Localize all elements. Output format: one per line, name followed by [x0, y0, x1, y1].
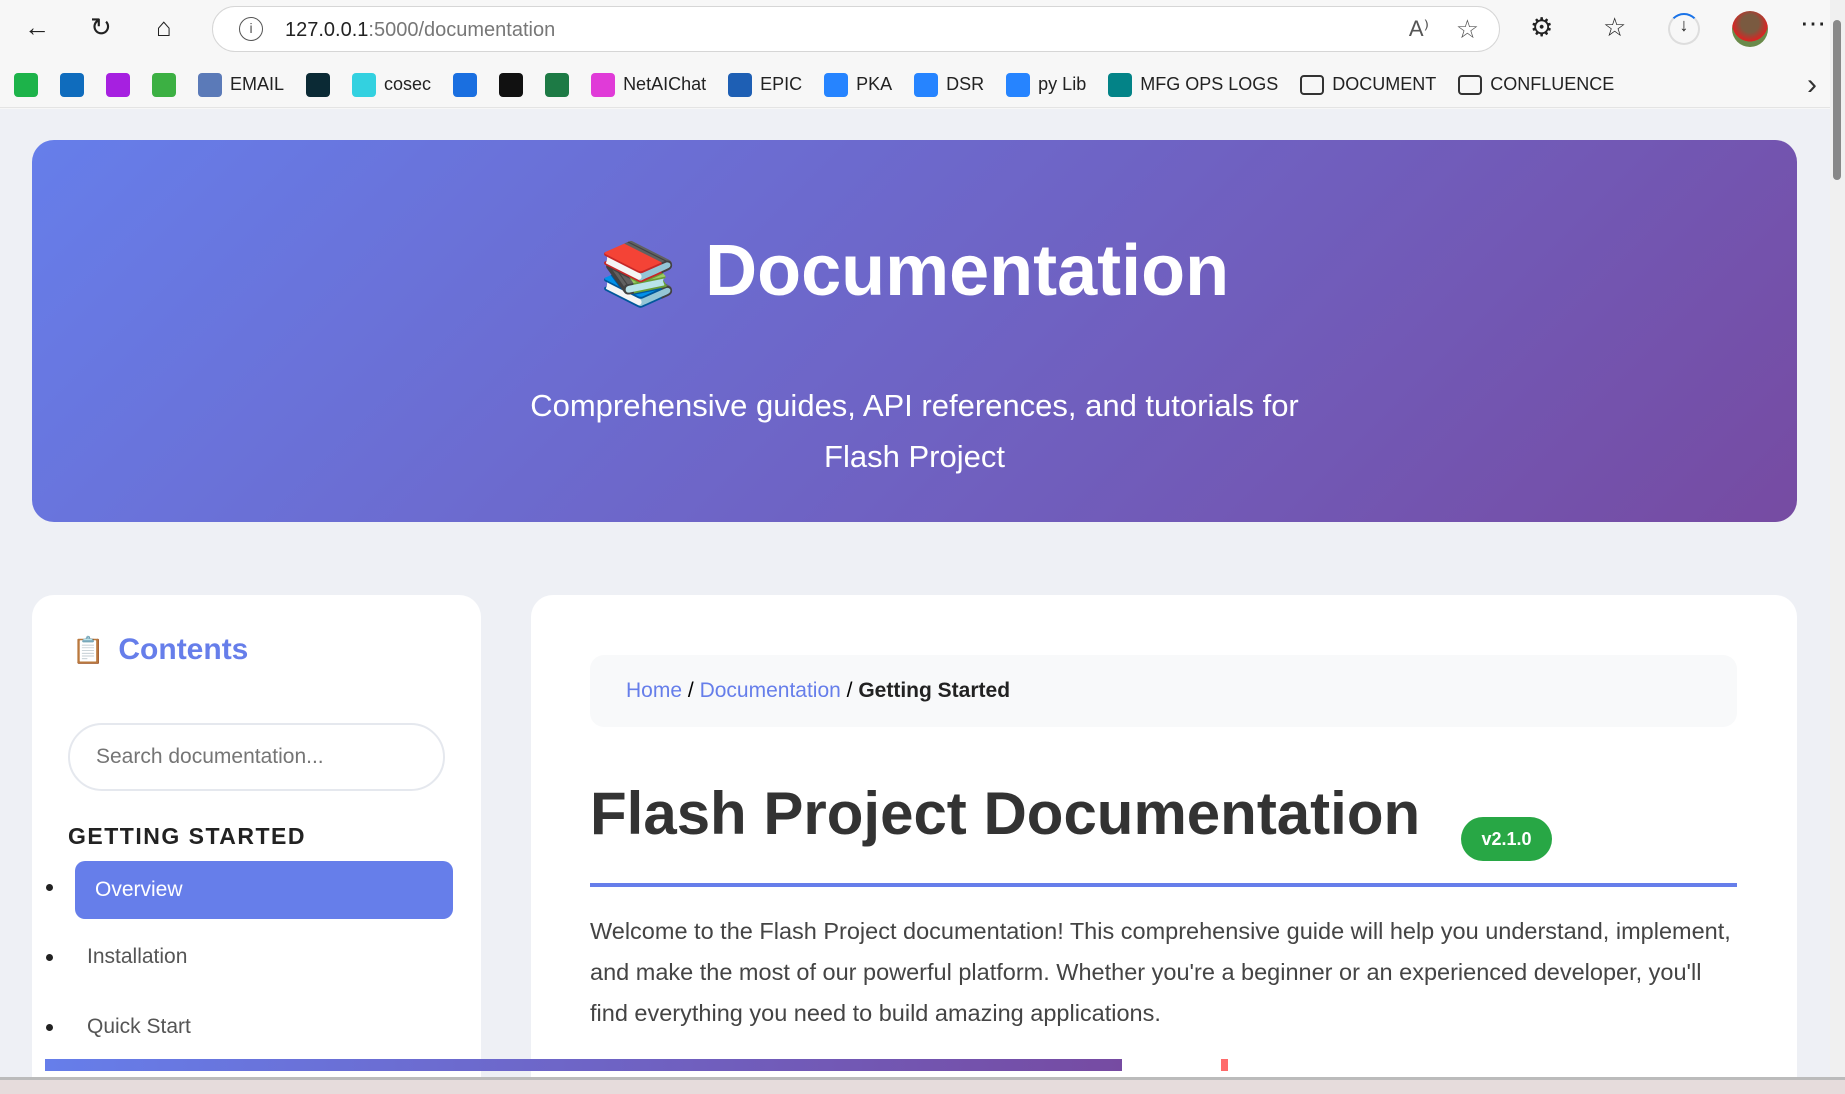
- folder-icon: [1458, 74, 1483, 95]
- breadcrumb-documentation[interactable]: Documentation: [700, 679, 841, 702]
- bookmark-label: EMAIL: [230, 74, 285, 94]
- bookmark-icon: [453, 72, 478, 97]
- bookmark-label: PKA: [856, 74, 893, 94]
- address-bar[interactable]: i 127.0.0.1:5000/documentation A⁾ ☆: [212, 6, 1500, 52]
- bookmark-item[interactable]: [499, 72, 524, 97]
- bookmark-item[interactable]: CONFLUENCE: [1458, 74, 1614, 95]
- bullet: [46, 884, 53, 891]
- books-icon: 📚: [599, 240, 678, 309]
- bookmark-item[interactable]: EPIC: [728, 72, 803, 97]
- bookmark-item[interactable]: [306, 72, 331, 97]
- bookmark-item[interactable]: DSR: [914, 72, 985, 97]
- breadcrumb-separator: /: [846, 679, 853, 702]
- bookmark-label: DOCUMENT: [1332, 74, 1437, 94]
- breadcrumb: Home / Documentation / Getting Started: [590, 655, 1737, 727]
- bookmark-label: CONFLUENCE: [1490, 74, 1615, 94]
- bookmark-icon: [499, 72, 524, 97]
- bookmark-icon: [728, 72, 753, 97]
- section-heading: GETTING STARTED: [68, 823, 307, 849]
- clipboard-icon: 📋: [72, 635, 105, 665]
- bookmark-icon: [14, 72, 38, 97]
- bookmark-item[interactable]: DOCUMENT: [1300, 74, 1436, 95]
- bookmark-label: EPIC: [760, 74, 803, 94]
- bookmark-item[interactable]: PKA: [824, 72, 893, 97]
- bookmark-item[interactable]: MFG OPS LOGS: [1108, 72, 1279, 97]
- folder-icon: [1300, 74, 1325, 95]
- nav-item-quick-start[interactable]: Quick Start: [87, 1015, 191, 1039]
- title-divider: [590, 883, 1737, 887]
- intro-paragraph: Welcome to the Flash Project documentati…: [590, 918, 1731, 1026]
- bookmark-icon: [152, 72, 176, 97]
- favorite-star-icon[interactable]: ☆: [1456, 14, 1479, 45]
- sidebar: 📋Contents GETTING STARTED Overview Insta…: [32, 595, 481, 1077]
- bookmark-label: cosec: [384, 74, 432, 94]
- bookmark-icon: [914, 72, 939, 97]
- bookmark-item[interactable]: [106, 72, 130, 97]
- back-icon[interactable]: ←: [24, 12, 50, 43]
- home-icon[interactable]: ⌂: [156, 12, 172, 43]
- bookmark-icon: [1108, 72, 1133, 97]
- breadcrumb-current: Getting Started: [858, 679, 1011, 702]
- breadcrumb-separator: /: [687, 679, 694, 702]
- info-icon[interactable]: i: [239, 17, 263, 41]
- bookmark-item[interactable]: py Lib: [1006, 72, 1087, 97]
- url-text[interactable]: 127.0.0.1:5000/documentation: [285, 19, 555, 42]
- sidebar-title: 📋 Contents: [72, 633, 249, 666]
- read-aloud-icon[interactable]: A⁾: [1409, 16, 1429, 42]
- bookmark-item[interactable]: [545, 72, 570, 97]
- search-input[interactable]: [68, 723, 445, 791]
- avatar[interactable]: [1732, 11, 1768, 47]
- extensions-icon[interactable]: ⚙: [1530, 12, 1553, 43]
- browser-toolbar: ← ↻ ⌂ i 127.0.0.1:5000/documentation A⁾ …: [0, 0, 1845, 60]
- bookmark-label: MFG OPS LOGS: [1140, 74, 1279, 94]
- bookmark-icon: [306, 72, 331, 97]
- reload-icon[interactable]: ↻: [90, 12, 112, 43]
- scrollbar-thumb[interactable]: [1833, 20, 1841, 180]
- hero-banner: 📚 Documentation Comprehensive guides, API…: [32, 140, 1797, 522]
- bookmark-label: py Lib: [1038, 74, 1087, 94]
- bookmark-item[interactable]: [152, 72, 176, 97]
- bookmark-icon: [60, 72, 84, 97]
- downloads-icon[interactable]: ↓: [1668, 13, 1700, 45]
- progress-marker: [1221, 1059, 1228, 1071]
- taskbar: [0, 1077, 1845, 1094]
- bullet: [46, 954, 53, 961]
- bookmarks-bar: EMAIL cosec NetAIChat EPIC PKA DSR py Lib MFG O…: [0, 62, 1845, 108]
- bookmark-icon: [198, 72, 222, 97]
- hero-title: 📚 Documentation: [599, 231, 1230, 311]
- bookmark-icon: [824, 72, 849, 97]
- main-content: Home / Documentation / Getting Started F…: [531, 595, 1797, 1077]
- nav-item-overview[interactable]: Overview: [75, 861, 453, 919]
- bookmark-icon: [352, 72, 377, 97]
- bookmark-item[interactable]: [60, 72, 84, 97]
- bookmark-icon: [106, 72, 130, 97]
- favorites-icon[interactable]: ☆: [1603, 12, 1626, 43]
- bullet: [46, 1024, 53, 1031]
- bookmark-item[interactable]: [453, 72, 478, 97]
- bookmark-label: DSR: [946, 74, 985, 94]
- bookmark-label: NetAIChat: [623, 74, 707, 94]
- breadcrumb-home[interactable]: Home: [626, 679, 682, 702]
- reading-progress-bar: [45, 1059, 1122, 1071]
- bookmark-item[interactable]: cosec: [352, 72, 432, 97]
- more-menu-icon[interactable]: ⋯: [1800, 8, 1826, 39]
- bookmark-icon: [1006, 72, 1031, 97]
- chevron-right-icon[interactable]: ›: [1807, 68, 1817, 102]
- bookmark-icon: [545, 72, 570, 97]
- page-title: Flash Project Documentation: [590, 780, 1421, 847]
- page-viewport: 📚 Documentation Comprehensive guides, API…: [0, 109, 1830, 1077]
- bookmark-item[interactable]: EMAIL: [198, 72, 285, 97]
- bookmark-item[interactable]: [14, 72, 38, 97]
- nav-item-installation[interactable]: Installation: [87, 945, 187, 969]
- bookmark-item[interactable]: NetAIChat: [591, 72, 707, 97]
- version-badge: v2.1.0: [1461, 817, 1552, 861]
- bookmark-icon: [591, 72, 616, 97]
- hero-subtitle: Comprehensive guides, API references, an…: [530, 388, 1299, 474]
